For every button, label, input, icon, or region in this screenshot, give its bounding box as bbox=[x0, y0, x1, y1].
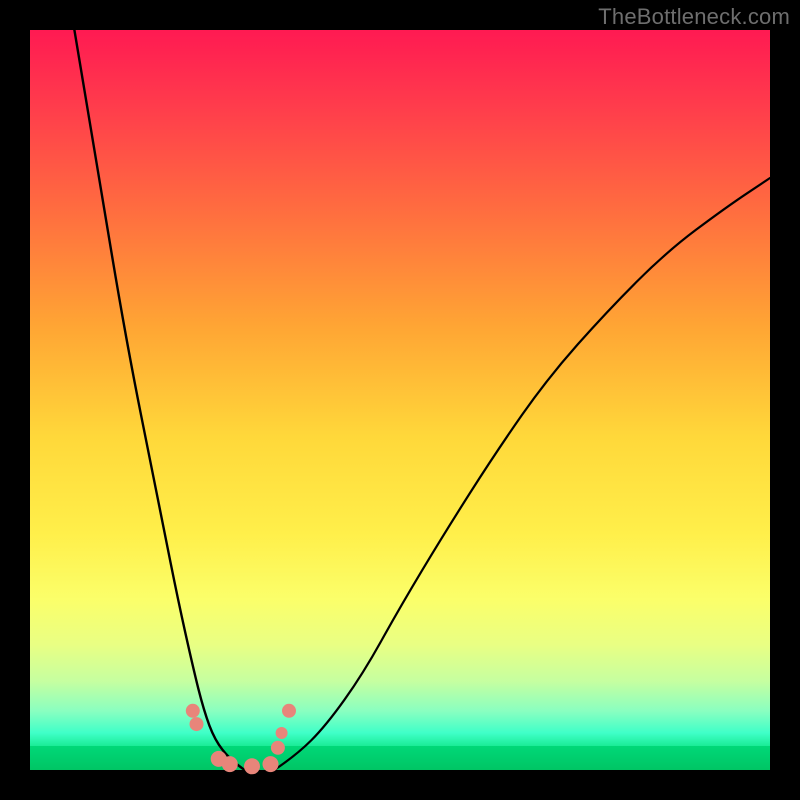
data-point bbox=[190, 717, 204, 731]
data-point bbox=[282, 704, 296, 718]
plot-area bbox=[30, 30, 770, 770]
data-points bbox=[186, 704, 296, 775]
chart-frame: TheBottleneck.com bbox=[0, 0, 800, 800]
right-curve bbox=[274, 178, 770, 770]
data-point bbox=[186, 704, 200, 718]
data-point bbox=[244, 758, 260, 774]
data-point bbox=[222, 756, 238, 772]
data-point bbox=[263, 756, 279, 772]
data-point bbox=[276, 727, 288, 739]
left-curve bbox=[74, 30, 244, 770]
data-point bbox=[271, 741, 285, 755]
chart-svg bbox=[30, 30, 770, 770]
watermark-text: TheBottleneck.com bbox=[598, 4, 790, 30]
